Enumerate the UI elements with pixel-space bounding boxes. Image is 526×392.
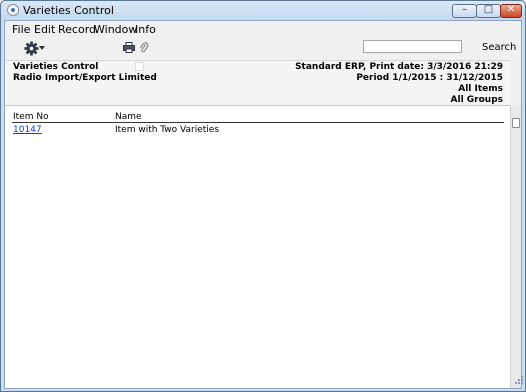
menu-bar: File Edit Record Window Info: [5, 21, 521, 38]
report-header: Varieties Control Radio Import/Export Li…: [5, 60, 510, 106]
search-button[interactable]: Search: [482, 42, 516, 53]
print-icon[interactable]: [123, 42, 135, 53]
menu-record[interactable]: Record: [58, 23, 96, 36]
company-name: Radio Import/Export Limited: [13, 73, 157, 83]
attachment-icon[interactable]: [139, 41, 149, 54]
title-bar[interactable]: Varieties Control – □ ✕: [1, 1, 525, 20]
menu-file[interactable]: File: [12, 23, 30, 36]
groups-filter: All Groups: [450, 95, 503, 105]
item-number-link[interactable]: 10147: [13, 125, 42, 135]
close-button[interactable]: ✕: [500, 4, 522, 18]
search-input[interactable]: [363, 40, 462, 53]
report-list: Item No Name 10147 Item with Two Varieti…: [5, 106, 510, 388]
resize-grip-icon[interactable]: [514, 375, 524, 385]
app-logo-icon[interactable]: [7, 4, 19, 16]
item-name: Item with Two Varieties: [115, 125, 220, 135]
menu-window[interactable]: Window: [94, 23, 137, 36]
scrollbar-thumb[interactable]: [512, 118, 520, 128]
items-filter: All Items: [458, 84, 503, 94]
column-header-item-no: Item No: [13, 112, 49, 122]
menu-edit[interactable]: Edit: [34, 23, 55, 36]
menu-info[interactable]: Info: [135, 23, 156, 36]
minimize-icon: –: [462, 4, 467, 15]
window-title: Varieties Control: [23, 4, 114, 17]
vertical-scrollbar[interactable]: [510, 106, 521, 388]
chevron-down-icon[interactable]: [39, 46, 45, 50]
column-header-name: Name: [115, 112, 142, 122]
report-name: Varieties Control: [13, 62, 99, 72]
system-print-date: Standard ERP, Print date: 3/3/2016 21:29: [295, 62, 503, 72]
close-icon: ✕: [506, 4, 516, 15]
maximize-icon: □: [483, 4, 494, 15]
header-blank-box: [135, 62, 144, 71]
window-client-area: File Edit Record Window Info Search Vari…: [4, 20, 522, 389]
minimize-button[interactable]: –: [452, 4, 477, 18]
report-period: Period 1/1/2015 : 31/12/2015: [356, 73, 503, 83]
header-divider: [12, 122, 504, 123]
maximize-button[interactable]: □: [476, 4, 501, 18]
gear-icon[interactable]: [24, 41, 39, 56]
toolbar: Search: [5, 38, 521, 60]
app-window: Varieties Control – □ ✕ File Edit Record…: [0, 0, 526, 392]
